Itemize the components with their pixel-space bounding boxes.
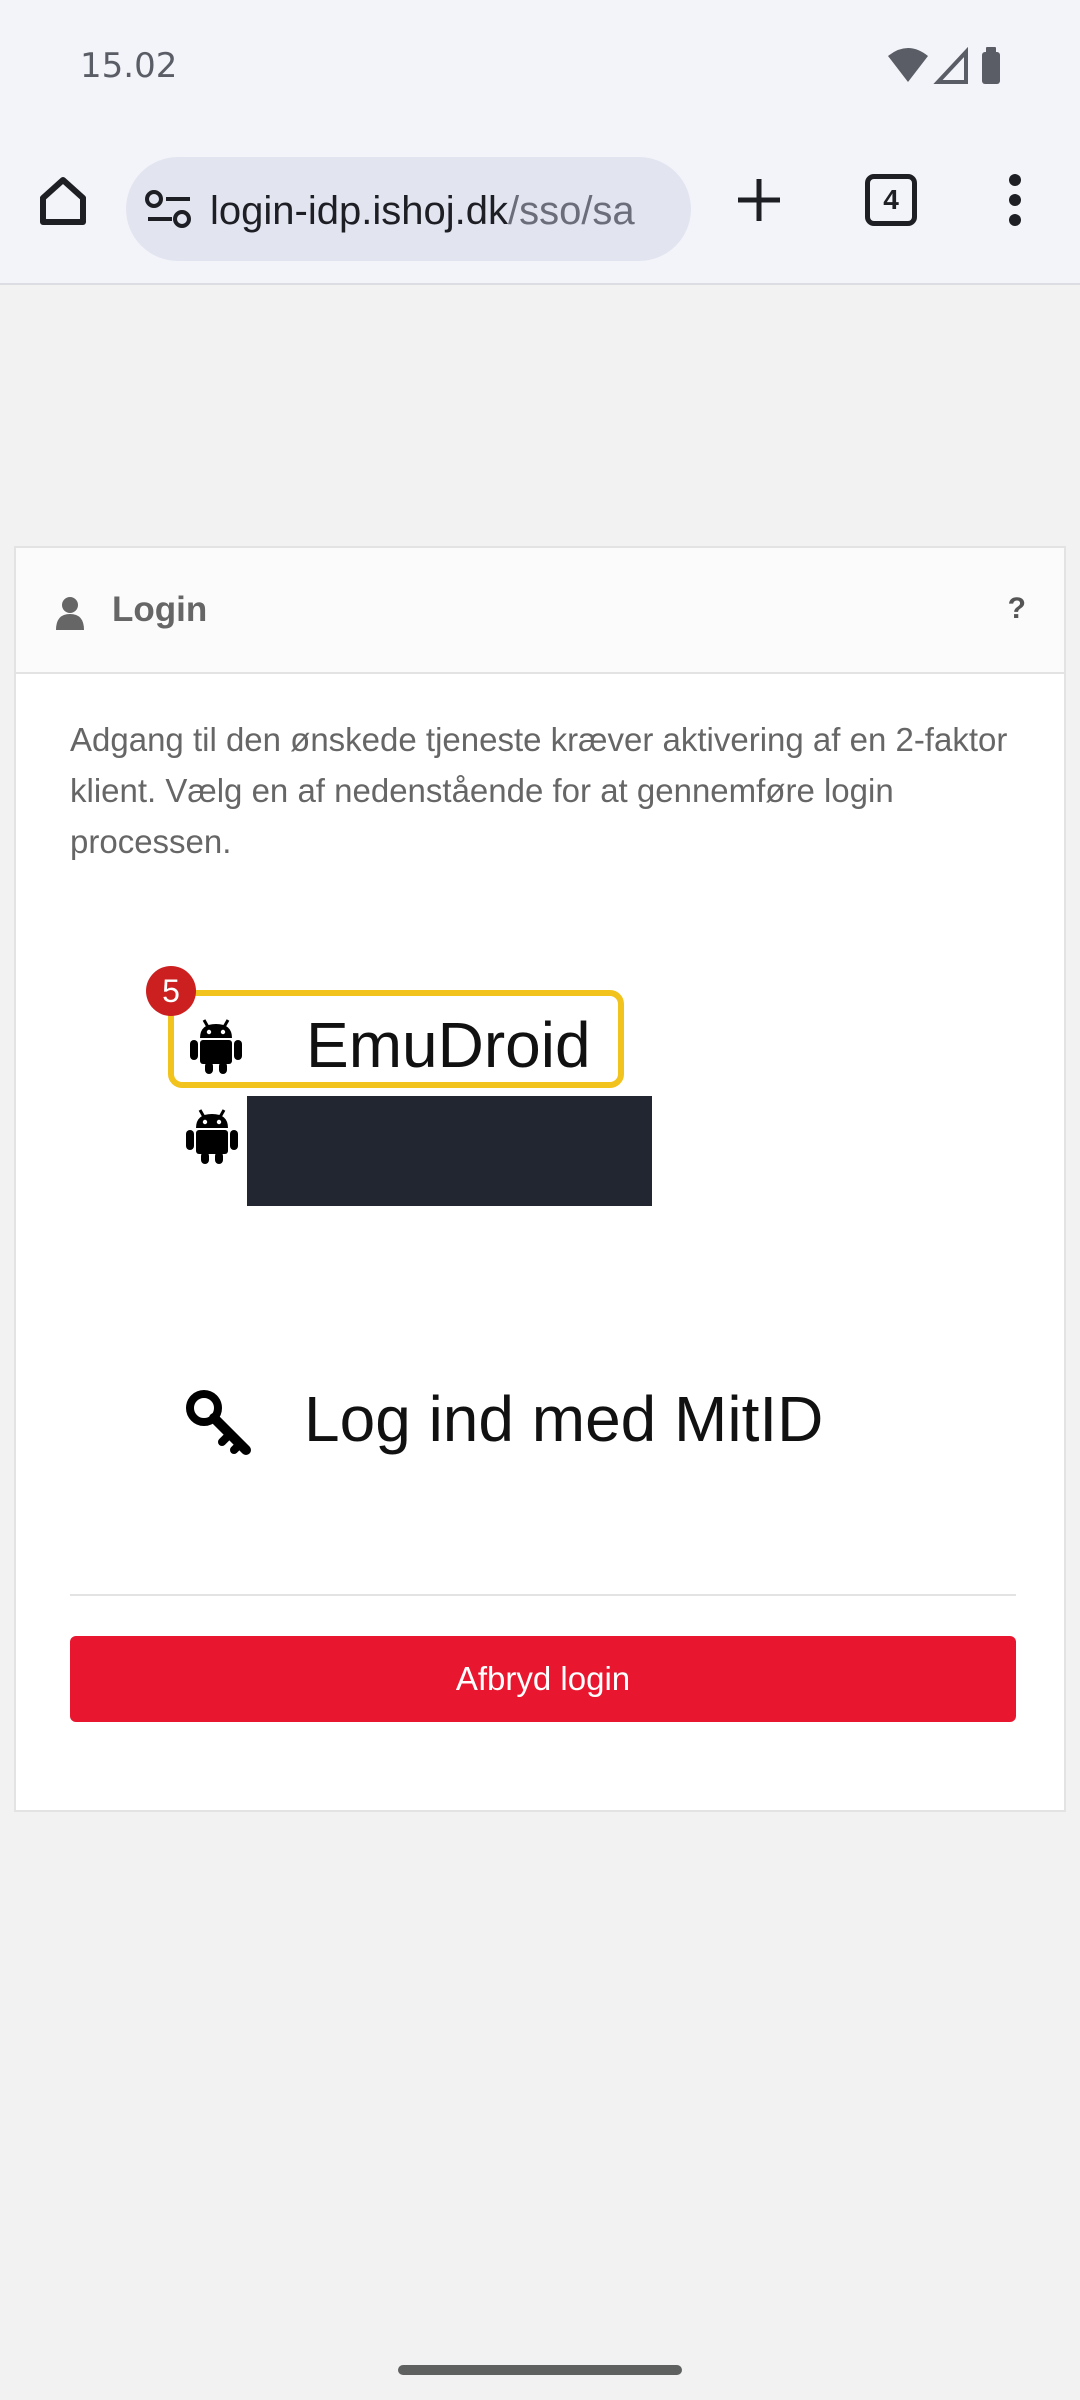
signal-icon: [933, 46, 968, 84]
card-title: Login: [112, 590, 208, 629]
battery-icon: [982, 47, 1000, 84]
gesture-home-bar[interactable]: [398, 2365, 682, 2375]
android-icon: [186, 1109, 238, 1164]
annotation-badge: 5: [146, 966, 196, 1016]
user-icon: [56, 597, 84, 630]
status-icons: [888, 46, 1000, 84]
tab-switcher-button[interactable]: 4: [856, 165, 926, 235]
help-icon[interactable]: ?: [1008, 592, 1026, 626]
new-tab-button[interactable]: [724, 165, 794, 235]
android-icon: [190, 1019, 242, 1074]
tab-count: 4: [865, 174, 917, 226]
status-bar: 15.02: [0, 0, 1080, 135]
key-icon[interactable]: [184, 1388, 254, 1458]
abort-login-button[interactable]: Afbryd login: [70, 1636, 1016, 1722]
wifi-icon: [888, 48, 928, 82]
url-path: /sso/sa: [507, 189, 635, 233]
home-icon: [40, 177, 86, 225]
site-settings-icon: [145, 190, 191, 228]
card-header: Login ?: [16, 548, 1064, 674]
mitid-login-option[interactable]: Log ind med MitID: [304, 1382, 823, 1456]
browser-toolbar: login-idp.ishoj.dk/sso/sa 4: [0, 135, 1080, 285]
address-bar[interactable]: login-idp.ishoj.dk/sso/sa: [126, 157, 691, 261]
home-button[interactable]: [28, 165, 98, 235]
login-card: Login ? Adgang til den ønskede tjeneste …: [14, 546, 1066, 1812]
option-emudroid[interactable]: EmuDroid: [168, 990, 624, 1088]
more-vert-icon: [1009, 174, 1021, 226]
option-label: EmuDroid: [306, 1009, 591, 1081]
browser-menu-button[interactable]: [985, 165, 1045, 235]
option-redacted[interactable]: [247, 1096, 652, 1206]
login-description: Adgang til den ønskede tjeneste kræver a…: [70, 721, 1008, 860]
plus-icon: [738, 179, 780, 221]
status-time: 15.02: [80, 46, 178, 86]
url-text: login-idp.ishoj.dk/sso/sa: [210, 189, 635, 234]
url-domain: login-idp.ishoj.dk: [210, 189, 508, 233]
divider: [70, 1594, 1016, 1596]
